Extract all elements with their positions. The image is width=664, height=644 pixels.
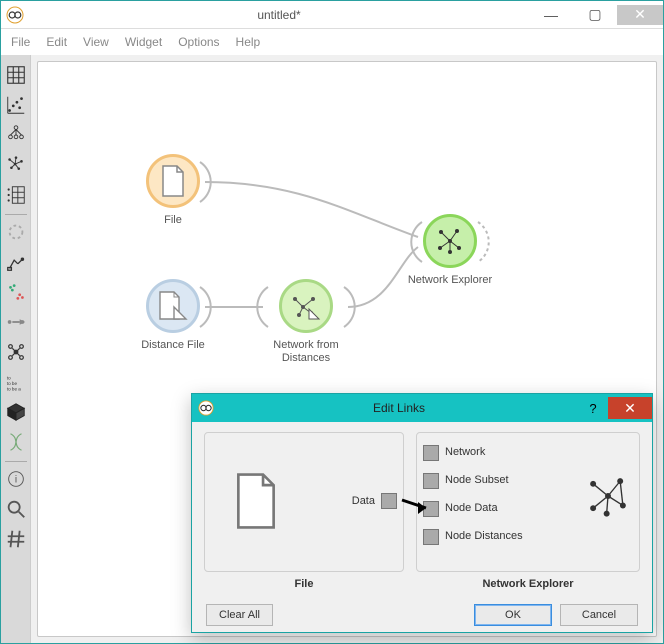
svg-text:to: to xyxy=(6,375,10,380)
output-port-label-data: Data xyxy=(352,495,375,507)
node-distance-file[interactable]: Distance File xyxy=(118,279,228,352)
cancel-button[interactable]: Cancel xyxy=(560,604,638,626)
output-port-data[interactable] xyxy=(381,493,397,509)
tool-cube-icon[interactable] xyxy=(2,398,30,426)
minimize-button[interactable]: — xyxy=(529,5,573,25)
ok-button[interactable]: OK xyxy=(474,604,552,626)
tool-scatter-icon[interactable] xyxy=(2,91,30,119)
tool-digger-icon[interactable] xyxy=(2,248,30,276)
edge-file-to-netexp xyxy=(205,182,418,237)
link-source-label: File xyxy=(204,578,404,590)
menu-help[interactable]: Help xyxy=(236,35,261,49)
maximize-button[interactable]: ▢ xyxy=(573,5,617,25)
dialog-close-button[interactable]: ✕ xyxy=(608,397,652,419)
menu-file[interactable]: File xyxy=(11,35,30,49)
node-file[interactable]: File xyxy=(118,154,228,227)
menubar: File Edit View Widget Options Help xyxy=(1,29,663,55)
app-icon xyxy=(1,1,29,29)
close-button[interactable]: ✕ xyxy=(617,5,663,25)
link-target-label: Network Explorer xyxy=(416,578,640,590)
tool-cluster-scatter-icon[interactable] xyxy=(2,278,30,306)
tool-search-icon[interactable] xyxy=(2,495,30,523)
dialog-titlebar: Edit Links ? ✕ xyxy=(192,394,652,422)
menu-widget[interactable]: Widget xyxy=(125,35,162,49)
node-network-explorer-label: Network Explorer xyxy=(408,274,492,287)
svg-text:to be: to be xyxy=(6,381,17,386)
input-port-network[interactable] xyxy=(423,445,439,461)
node-network-from-distances[interactable]: Network from Distances xyxy=(251,279,361,365)
svg-text:i: i xyxy=(14,475,16,486)
menu-options[interactable]: Options xyxy=(178,35,219,49)
input-port-label-network: Network xyxy=(445,446,485,458)
node-distance-file-label: Distance File xyxy=(141,339,205,352)
link-target-card: Network Node Subset Node Data Node Dista… xyxy=(416,432,640,572)
tool-tree-icon[interactable] xyxy=(2,121,30,149)
tool-dna-icon[interactable] xyxy=(2,428,30,456)
input-port-node-data[interactable] xyxy=(423,501,439,517)
tool-butterfly-icon[interactable] xyxy=(2,338,30,366)
dialog-help-button[interactable]: ? xyxy=(578,397,608,419)
node-file-label: File xyxy=(164,214,182,227)
node-network-explorer[interactable]: Network Explorer xyxy=(395,214,505,287)
tool-pivot-icon[interactable] xyxy=(2,181,30,209)
input-port-node-subset[interactable] xyxy=(423,473,439,489)
tool-grid-icon[interactable] xyxy=(2,61,30,89)
input-port-node-distances[interactable] xyxy=(423,529,439,545)
link-source-card: Data xyxy=(204,432,404,572)
node-network-from-distances-label: Network from Distances xyxy=(251,339,361,365)
menu-view[interactable]: View xyxy=(83,35,109,49)
dialog-app-icon xyxy=(192,394,220,422)
toolbox-divider xyxy=(5,461,27,462)
input-port-label-node-data: Node Data xyxy=(445,502,498,514)
tool-words-icon[interactable]: toto beto be a xyxy=(2,368,30,396)
main-titlebar: untitled* — ▢ ✕ xyxy=(1,1,663,29)
input-port-label-node-subset: Node Subset xyxy=(445,474,509,486)
tool-network-icon[interactable] xyxy=(2,151,30,179)
dialog-title: Edit Links xyxy=(220,401,578,415)
window-title: untitled* xyxy=(29,8,529,22)
network-explorer-icon xyxy=(585,473,631,524)
input-port-label-node-distances: Node Distances xyxy=(445,530,523,542)
tool-hash-icon[interactable] xyxy=(2,525,30,553)
widget-toolbox: toto beto be a i xyxy=(1,55,31,643)
tool-ring-icon[interactable] xyxy=(2,218,30,246)
tool-map-icon[interactable] xyxy=(2,308,30,336)
main-window: untitled* — ▢ ✕ File Edit View Widget Op… xyxy=(0,0,664,644)
file-doc-icon xyxy=(231,471,281,531)
menu-edit[interactable]: Edit xyxy=(46,35,67,49)
tool-info-icon[interactable]: i xyxy=(2,465,30,493)
toolbox-divider xyxy=(5,214,27,215)
svg-text:to be a: to be a xyxy=(6,386,20,391)
clear-all-button[interactable]: Clear All xyxy=(206,604,273,626)
edit-links-dialog: Edit Links ? ✕ Data xyxy=(191,393,653,633)
